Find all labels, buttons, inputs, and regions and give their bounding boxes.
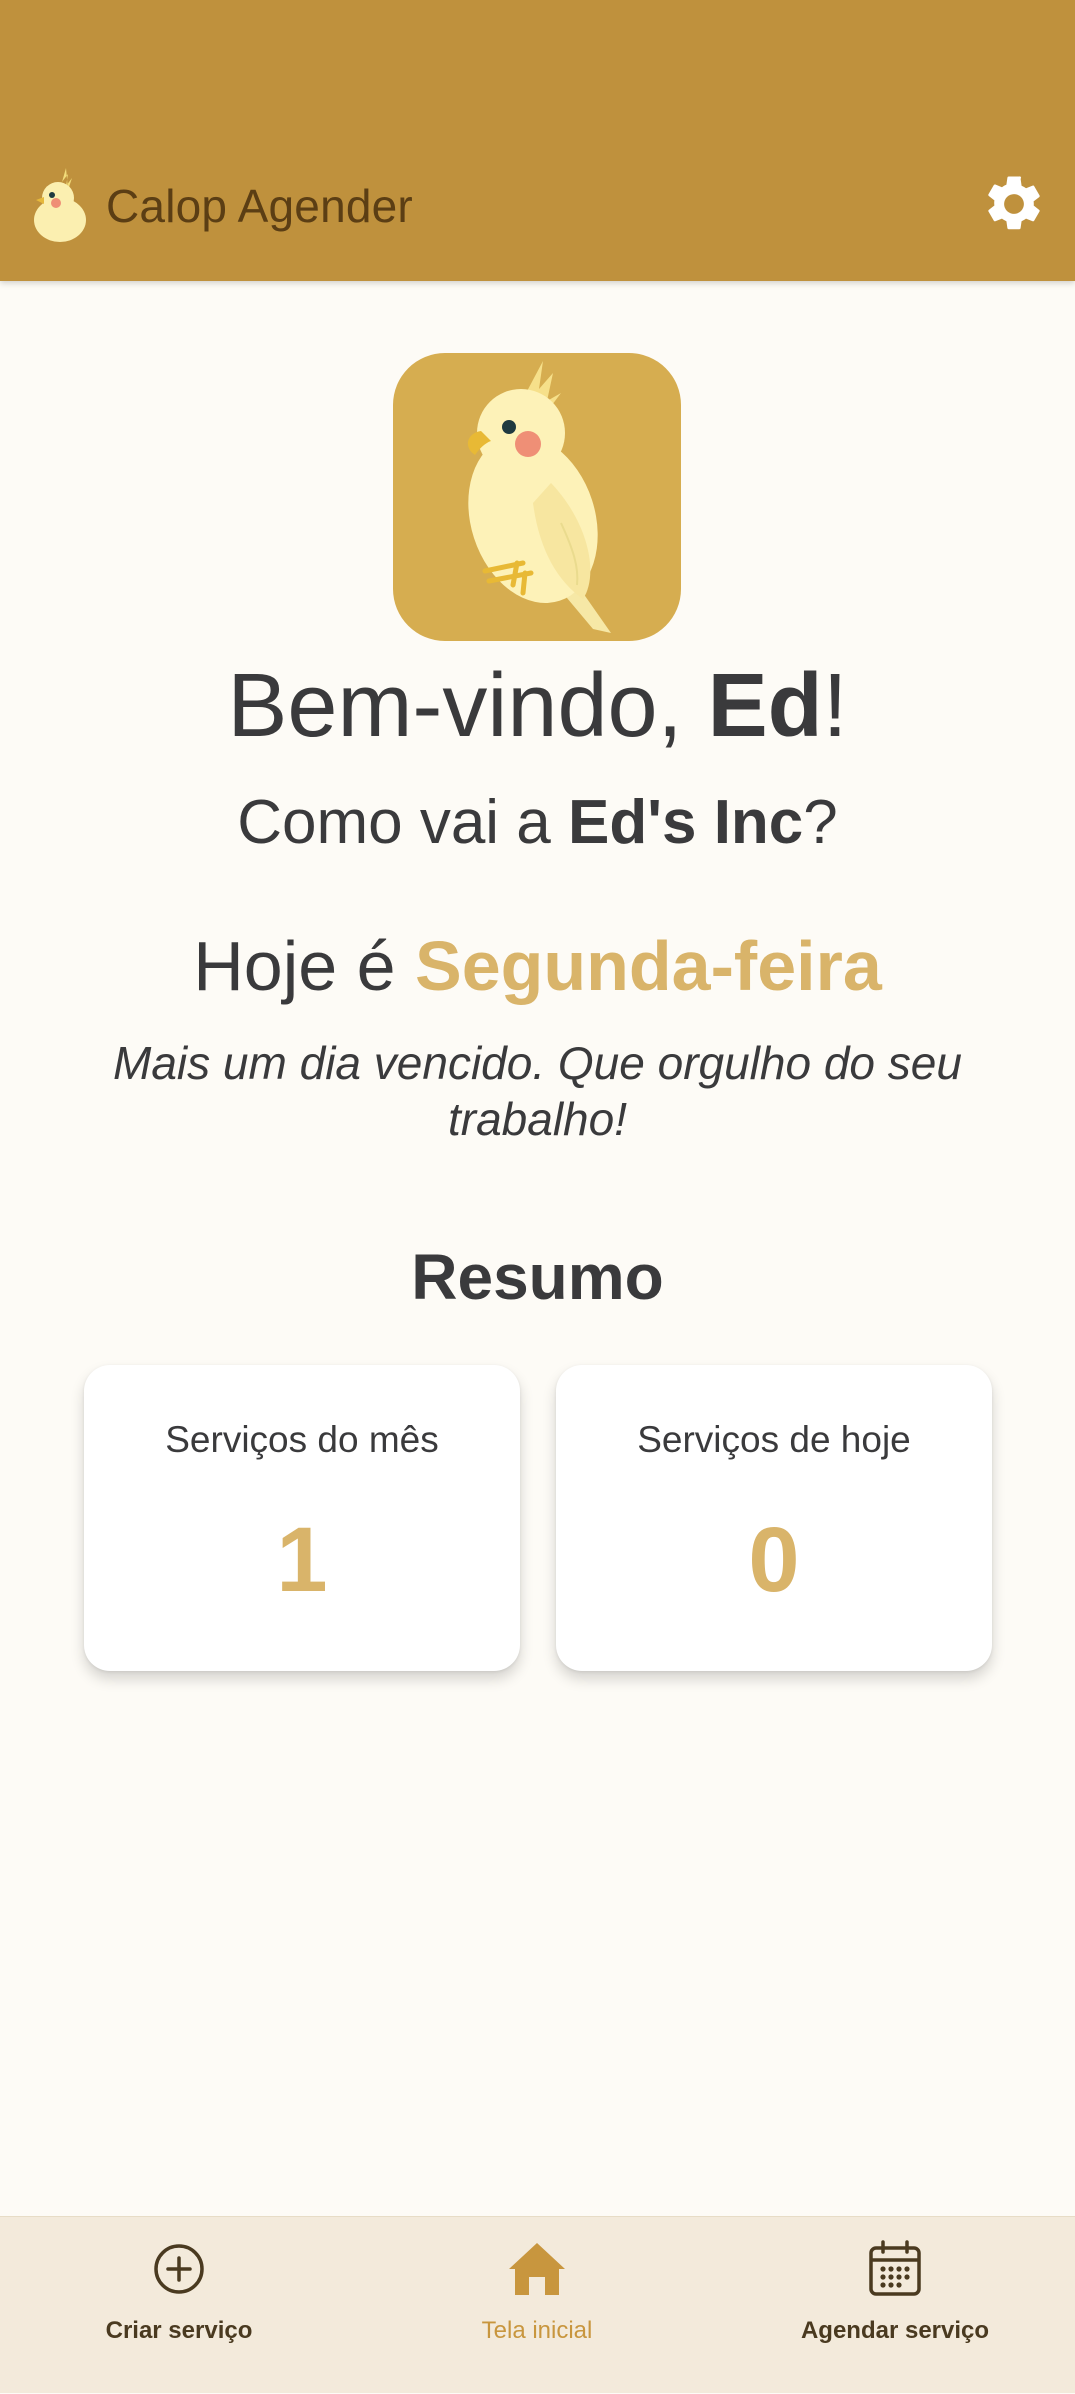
nav-item-create-service[interactable]: Criar serviço xyxy=(0,2217,358,2394)
nav-label: Tela inicial xyxy=(481,2317,593,2344)
welcome-heading: Bem-vindo, Ed! xyxy=(0,651,1075,761)
plus-circle-icon xyxy=(154,2244,204,2294)
app-bar: Calop Agender xyxy=(0,0,1075,281)
cockatiel-illustration-icon xyxy=(393,353,681,641)
gear-icon xyxy=(988,176,1040,230)
settings-button[interactable] xyxy=(980,170,1048,238)
bottom-navigation: Criar serviço Tela inicial Agendar servi… xyxy=(0,2216,1075,2393)
card-label: Serviços de hoje xyxy=(637,1419,911,1460)
cockatiel-logo-icon xyxy=(34,168,86,242)
card-value: 0 xyxy=(748,1509,800,1611)
app-title: Calop Agender xyxy=(106,180,413,232)
nav-label: Criar serviço xyxy=(105,2317,253,2344)
company-suffix: ? xyxy=(803,788,838,857)
company-prefix: Como vai a xyxy=(237,788,569,857)
company-name: Ed's Inc xyxy=(568,788,804,857)
home-screen: Bem-vindo, Ed! Como vai a Ed's Inc? Hoje… xyxy=(0,281,1075,2216)
welcome-prefix: Bem-vindo, xyxy=(227,656,708,756)
motivational-message: Mais um dia vencido. Que orgulho do seu … xyxy=(113,1037,962,1145)
nav-item-schedule-service[interactable]: Agendar serviço xyxy=(716,2217,1074,2394)
home-icon xyxy=(509,2243,565,2295)
user-name: Ed xyxy=(707,656,823,756)
nav-item-home[interactable]: Tela inicial xyxy=(358,2217,716,2394)
today-line: Hoje é Segunda-feira xyxy=(0,921,1075,1011)
company-greeting: Como vai a Ed's Inc? xyxy=(0,783,1075,863)
nav-label: Agendar serviço xyxy=(800,2317,990,2344)
today-prefix: Hoje é xyxy=(193,927,416,1005)
monthly-services-card: Serviços do mês 1 xyxy=(84,1365,520,1671)
calendar-icon xyxy=(869,2240,921,2296)
welcome-suffix: ! xyxy=(822,656,848,756)
weekday: Segunda-feira xyxy=(415,927,882,1005)
card-value: 1 xyxy=(276,1509,328,1611)
today-services-card: Serviços de hoje 0 xyxy=(556,1365,992,1671)
card-label: Serviços do mês xyxy=(165,1419,439,1460)
summary-title: Resumo xyxy=(411,1241,664,1313)
